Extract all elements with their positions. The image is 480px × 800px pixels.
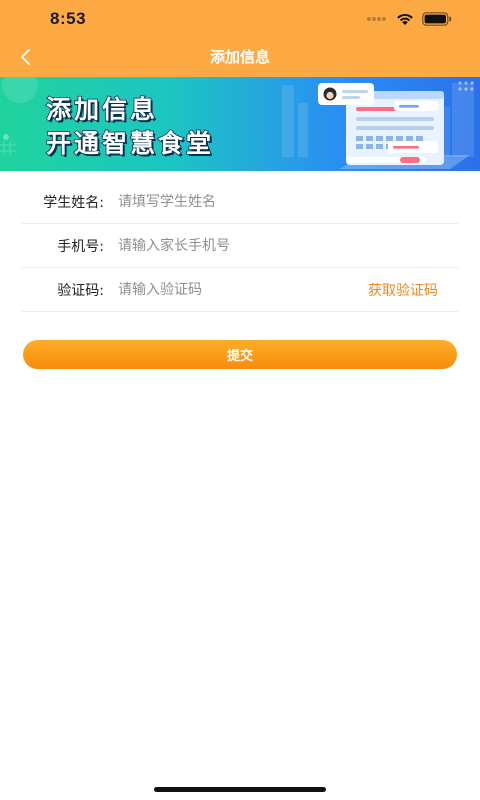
home-indicator [154, 787, 326, 792]
student-name-label: 学生姓名: [43, 194, 104, 211]
banner: 添加信息 开通智慧食堂 [0, 77, 480, 171]
submit-button[interactable]: 提交 [23, 340, 457, 369]
student-name-row: 学生姓名: [22, 180, 458, 224]
page-title: 添加信息 [209, 48, 270, 66]
status-icons [366, 12, 452, 26]
status-bar: 8:53 [0, 0, 480, 40]
phone-input[interactable] [118, 233, 458, 258]
code-label: 验证码: [57, 282, 104, 299]
code-row: 验证码: 获取验证码 [22, 268, 458, 312]
status-time: 8:53 [50, 9, 87, 28]
phone-label: 手机号: [57, 238, 104, 255]
header: 8:53 添加信息 [0, 0, 480, 77]
banner-title: 添加信息 [45, 94, 159, 125]
phone-row: 手机号: [22, 224, 458, 268]
student-name-input[interactable] [118, 189, 458, 214]
banner-subtitle: 开通智慧食堂 [45, 128, 215, 159]
signal-icon [367, 17, 386, 21]
screen: 8:53 添加信息 添加信息 开通智慧食堂 学生姓名: 请填写学生姓名 手机号:… [0, 0, 480, 800]
info-form: 学生姓名: 手机号: 验证码: 获取验证码 [22, 180, 458, 312]
nav-bar: 添加信息 [0, 40, 480, 77]
get-code-button[interactable]: 获取验证码 [368, 280, 438, 300]
wifi-icon [397, 13, 413, 25]
battery-icon [422, 12, 452, 26]
code-input[interactable] [118, 277, 318, 302]
